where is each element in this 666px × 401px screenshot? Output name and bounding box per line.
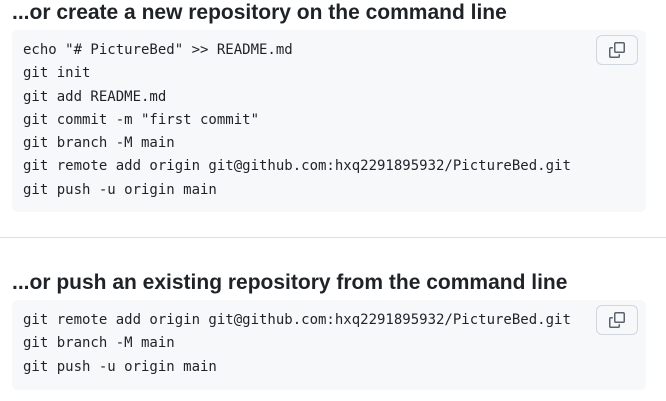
code-line[interactable]: git branch -M main xyxy=(23,332,571,355)
create-repo-code-lines: echo "# PictureBed" >> README.md git ini… xyxy=(23,39,571,202)
push-repo-section: ...or push an existing repository from t… xyxy=(0,270,666,401)
push-repo-code-block[interactable]: git remote add origin git@github.com:hxq… xyxy=(12,300,646,390)
code-line[interactable]: git commit -m "first commit" xyxy=(23,109,571,132)
push-repo-heading: ...or push an existing repository from t… xyxy=(12,271,568,294)
code-line[interactable]: git push -u origin main xyxy=(23,179,571,202)
create-repo-code-block[interactable]: echo "# PictureBed" >> README.md git ini… xyxy=(12,30,646,212)
push-repo-code-lines: git remote add origin git@github.com:hxq… xyxy=(23,309,571,379)
code-line[interactable]: git push -u origin main xyxy=(23,356,571,379)
create-repo-heading: ...or create a new repository on the com… xyxy=(12,1,507,24)
copy-icon xyxy=(609,42,625,58)
create-repo-section: ...or create a new repository on the com… xyxy=(0,0,666,230)
code-line[interactable]: git init xyxy=(23,62,571,85)
code-line[interactable]: git remote add origin git@github.com:hxq… xyxy=(23,309,571,332)
section-divider xyxy=(0,237,666,238)
code-line[interactable]: git branch -M main xyxy=(23,132,571,155)
code-line[interactable]: echo "# PictureBed" >> README.md xyxy=(23,39,571,62)
copy-create-commands-button[interactable] xyxy=(596,35,638,65)
code-line[interactable]: git add README.md xyxy=(23,86,571,109)
copy-icon xyxy=(609,312,625,328)
copy-push-commands-button[interactable] xyxy=(596,305,638,335)
code-line[interactable]: git remote add origin git@github.com:hxq… xyxy=(23,155,571,178)
